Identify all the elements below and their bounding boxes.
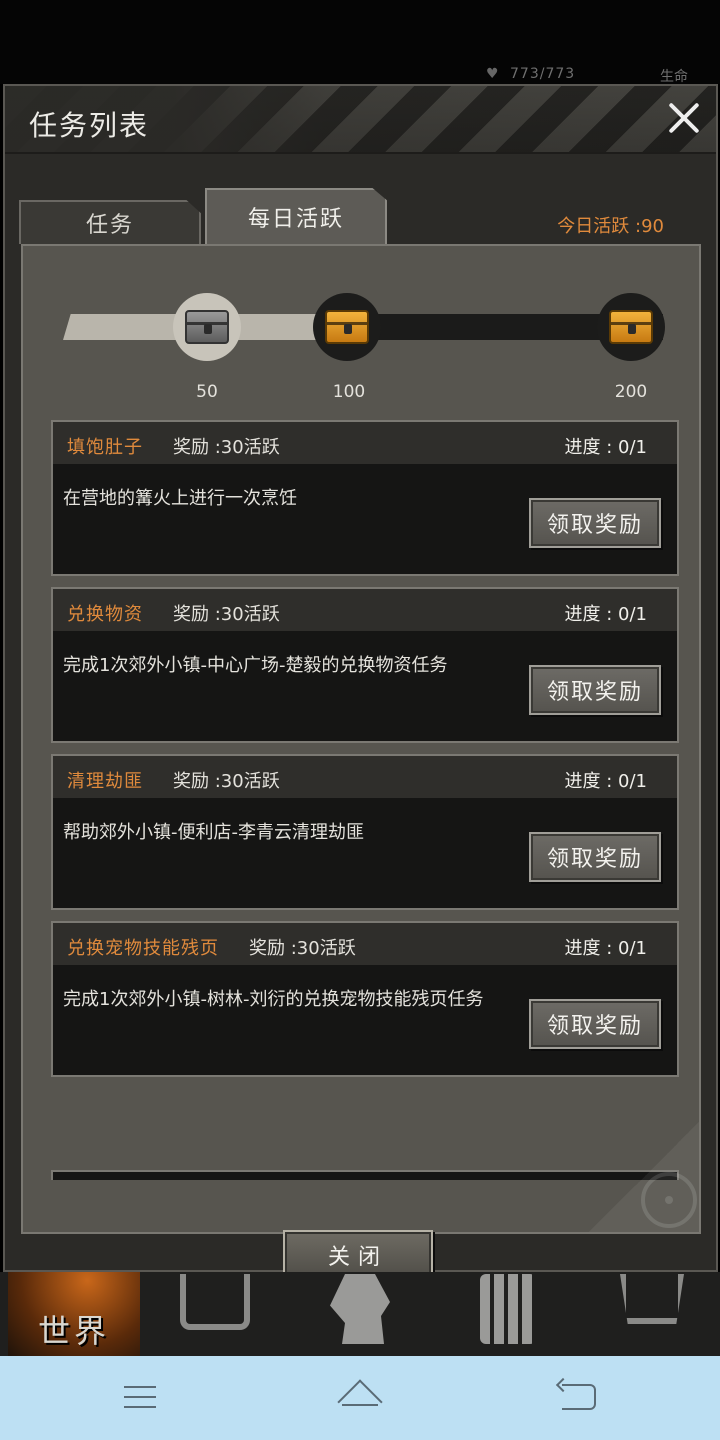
shop-cart-icon[interactable] — [620, 1274, 684, 1324]
milestone-label: 100 — [332, 382, 366, 402]
gold-chest-icon — [325, 310, 369, 344]
tab-daily-label: 每日活跃 — [247, 207, 344, 232]
claim-reward-button[interactable]: 领取奖励 — [529, 498, 661, 548]
quest-card: 填饱肚子 奖励 :30活跃 进度 : 0/1 在营地的篝火上进行一次烹饪 领取奖… — [51, 420, 679, 576]
tab-tasks[interactable]: 任务 — [19, 200, 201, 244]
nav-world-button[interactable]: 世界 — [8, 1272, 140, 1356]
quest-description: 帮助郊外小镇-便利店-李青云清理劫匪 — [63, 822, 364, 843]
quest-progress: 进度 : 0/1 — [564, 604, 647, 625]
milestone-200-chest[interactable] — [597, 293, 665, 361]
claim-reward-button[interactable]: 领取奖励 — [529, 999, 661, 1049]
quest-name: 清理劫匪 — [67, 771, 143, 792]
quest-header: 清理劫匪 奖励 :30活跃 进度 : 0/1 — [53, 756, 677, 798]
close-icon[interactable] — [666, 100, 702, 136]
activity-today: 今日活跃 :90 — [557, 216, 664, 237]
quest-reward: 奖励 :30活跃 — [249, 938, 356, 959]
panel-title: 任务列表 — [29, 109, 150, 142]
gold-chest-icon — [609, 310, 653, 344]
quest-progress: 进度 : 0/1 — [564, 437, 647, 458]
milestone-100-chest[interactable] — [313, 293, 381, 361]
top-dark-area — [0, 0, 720, 84]
quest-reward: 奖励 :30活跃 — [173, 437, 280, 458]
quest-reward: 奖励 :30活跃 — [173, 771, 280, 792]
system-navigation-bar — [0, 1356, 720, 1440]
quest-name: 填饱肚子 — [67, 437, 143, 458]
quest-progress: 进度 : 0/1 — [564, 771, 647, 792]
character-icon[interactable] — [330, 1274, 390, 1344]
quest-card: 兑换物资 奖励 :30活跃 进度 : 0/1 完成1次郊外小镇-中心广场-楚毅的… — [51, 587, 679, 743]
quest-card-partial — [51, 1170, 679, 1180]
quest-card: 兑换宠物技能残页 奖励 :30活跃 进度 : 0/1 完成1次郊外小镇-树林-刘… — [51, 921, 679, 1077]
background-hp-label: 生命 — [660, 69, 688, 85]
quest-progress: 进度 : 0/1 — [564, 938, 647, 959]
daily-activity-content: 50 100 200 填饱肚子 奖励 :30活跃 进度 : 0/1 在营地的篝火… — [21, 244, 701, 1280]
quest-card: 清理劫匪 奖励 :30活跃 进度 : 0/1 帮助郊外小镇-便利店-李青云清理劫… — [51, 754, 679, 910]
tab-daily-activity[interactable]: 每日活跃 — [205, 188, 387, 244]
claim-reward-button[interactable]: 领取奖励 — [529, 832, 661, 882]
panel-header: 任务列表 — [5, 86, 716, 154]
tab-tasks-label: 任务 — [85, 213, 134, 238]
quest-description: 在营地的篝火上进行一次烹饪 — [63, 488, 297, 509]
game-bottom-nav: 世界 — [0, 1272, 720, 1356]
quest-header: 兑换宠物技能残页 奖励 :30活跃 进度 : 0/1 — [53, 923, 677, 965]
quest-name: 兑换宠物技能残页 — [67, 938, 219, 959]
quest-name: 兑换物资 — [67, 604, 143, 625]
quest-reward: 奖励 :30活跃 — [173, 604, 280, 625]
heart-icon: ♥ — [486, 66, 500, 82]
backpack-icon[interactable] — [180, 1274, 250, 1330]
phone-icon[interactable] — [480, 1274, 536, 1344]
back-icon[interactable] — [562, 1384, 596, 1410]
silver-chest-icon — [185, 310, 229, 344]
quest-header: 填饱肚子 奖励 :30活跃 进度 : 0/1 — [53, 422, 677, 464]
quest-description: 完成1次郊外小镇-中心广场-楚毅的兑换物资任务 — [63, 655, 448, 676]
hp-value: 773/773 — [510, 66, 576, 82]
task-list-panel: 任务列表 任务 每日活跃 今日活跃 :90 50 100 200 填饱肚子 奖励… — [3, 84, 718, 1280]
background-hp-indicator: ♥ 773/773 — [486, 66, 575, 82]
home-icon[interactable] — [338, 1382, 382, 1412]
nav-world-label: 世界 — [38, 1312, 111, 1350]
menu-icon[interactable] — [124, 1386, 156, 1410]
quest-description: 完成1次郊外小镇-树林-刘衍的兑换宠物技能残页任务 — [63, 989, 484, 1010]
milestone-50-chest[interactable] — [173, 293, 241, 361]
milestone-label: 200 — [614, 382, 648, 402]
milestone-label: 50 — [196, 382, 218, 402]
radiation-icon — [641, 1172, 697, 1228]
quest-header: 兑换物资 奖励 :30活跃 进度 : 0/1 — [53, 589, 677, 631]
claim-reward-button[interactable]: 领取奖励 — [529, 665, 661, 715]
